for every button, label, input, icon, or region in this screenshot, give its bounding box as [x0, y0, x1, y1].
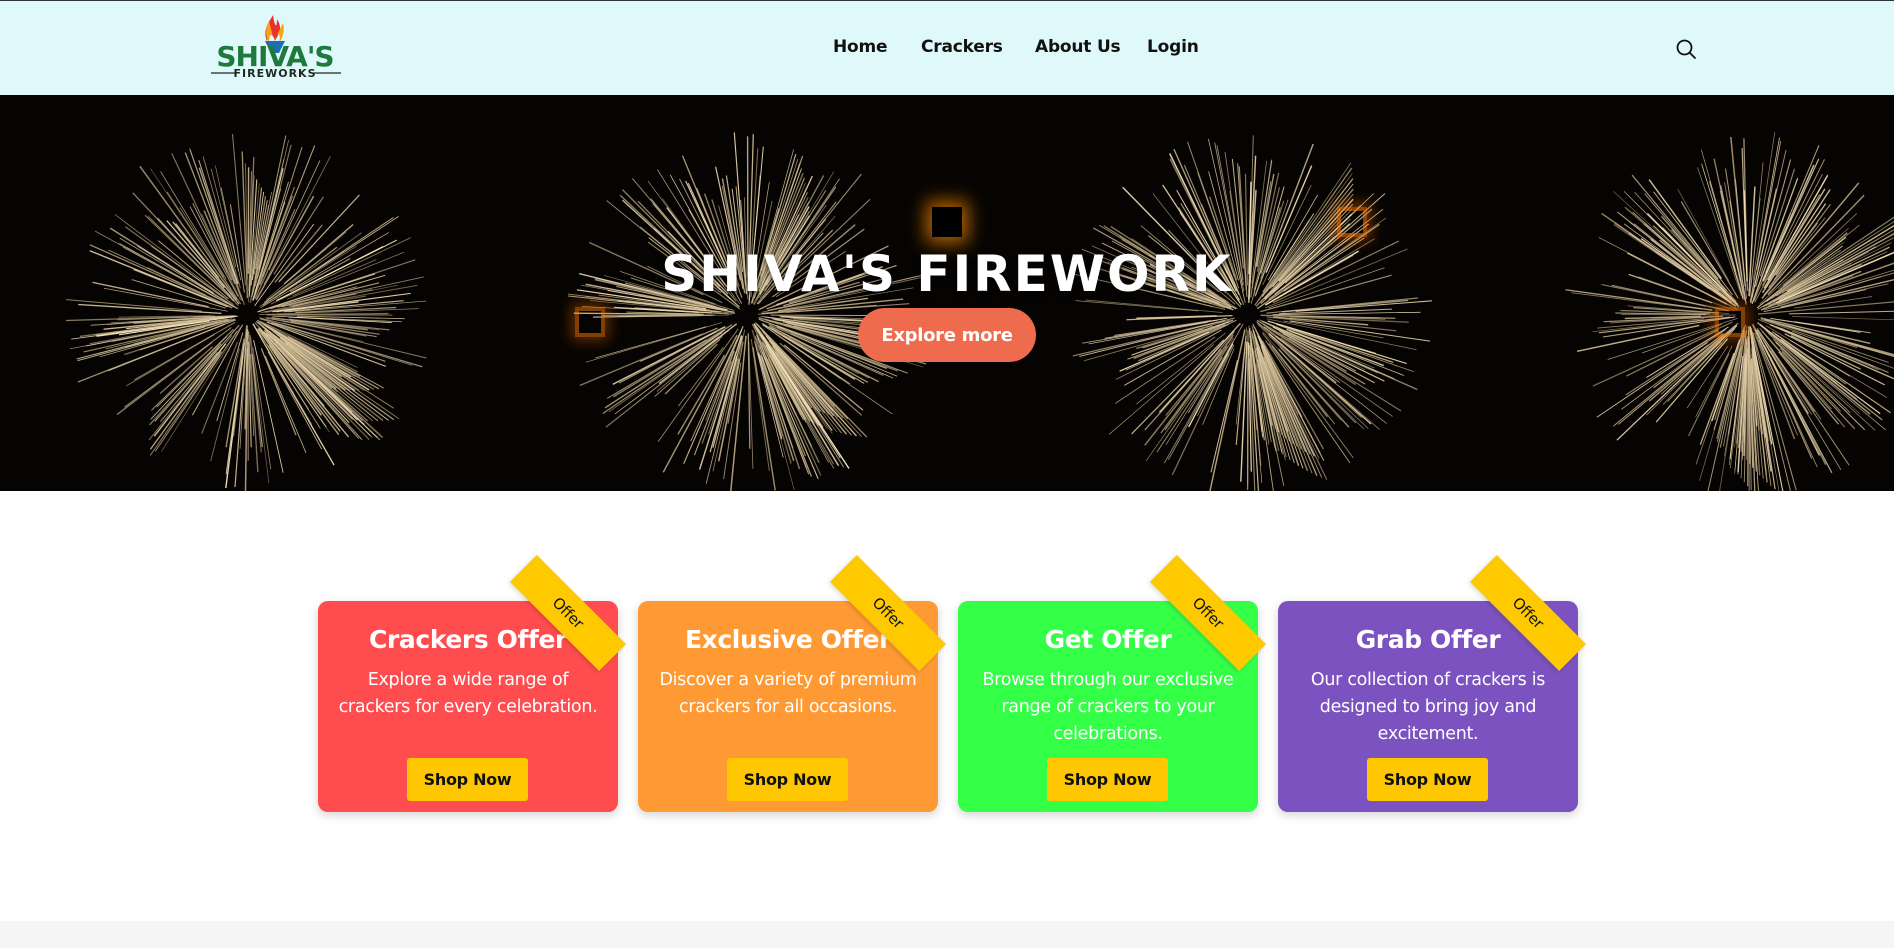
nav-about-us[interactable]: About Us [1035, 37, 1121, 57]
glow-square [1337, 207, 1367, 237]
site-header: SHIVA'S FIREWORKS Home Crackers About Us… [0, 0, 1894, 95]
footer-strip [0, 921, 1894, 948]
offer-description: Our collection of crackers is designed t… [1310, 670, 1546, 744]
shop-now-button[interactable]: Shop Now [727, 758, 848, 801]
shop-now-button[interactable]: Shop Now [1367, 758, 1488, 801]
hero-title: SHIVA'S FIREWORK [661, 245, 1233, 303]
nav-login[interactable]: Login [1147, 37, 1199, 57]
shop-now-button[interactable]: Shop Now [407, 758, 528, 801]
glow-square [932, 207, 962, 237]
search-icon[interactable] [1675, 38, 1697, 60]
offer-description: Discover a variety of premium crackers f… [659, 670, 917, 717]
firework-burst [66, 134, 427, 491]
glow-square [575, 307, 605, 337]
firework-burst [1070, 135, 1432, 491]
hero-banner: SHIVA'S FIREWORK Explore more [0, 95, 1894, 491]
explore-more-button[interactable]: Explore more [858, 308, 1036, 362]
nav-home[interactable]: Home [833, 37, 888, 57]
svg-text:FIREWORKS: FIREWORKS [234, 67, 317, 80]
main-nav: Home Crackers About Us Login [0, 37, 1894, 63]
glow-square [1715, 307, 1745, 337]
nav-crackers[interactable]: Crackers [921, 37, 1003, 57]
offer-description: Explore a wide range of crackers for eve… [338, 670, 598, 717]
shop-now-button[interactable]: Shop Now [1047, 758, 1168, 801]
offer-description: Browse through our exclusive range of cr… [982, 670, 1234, 744]
